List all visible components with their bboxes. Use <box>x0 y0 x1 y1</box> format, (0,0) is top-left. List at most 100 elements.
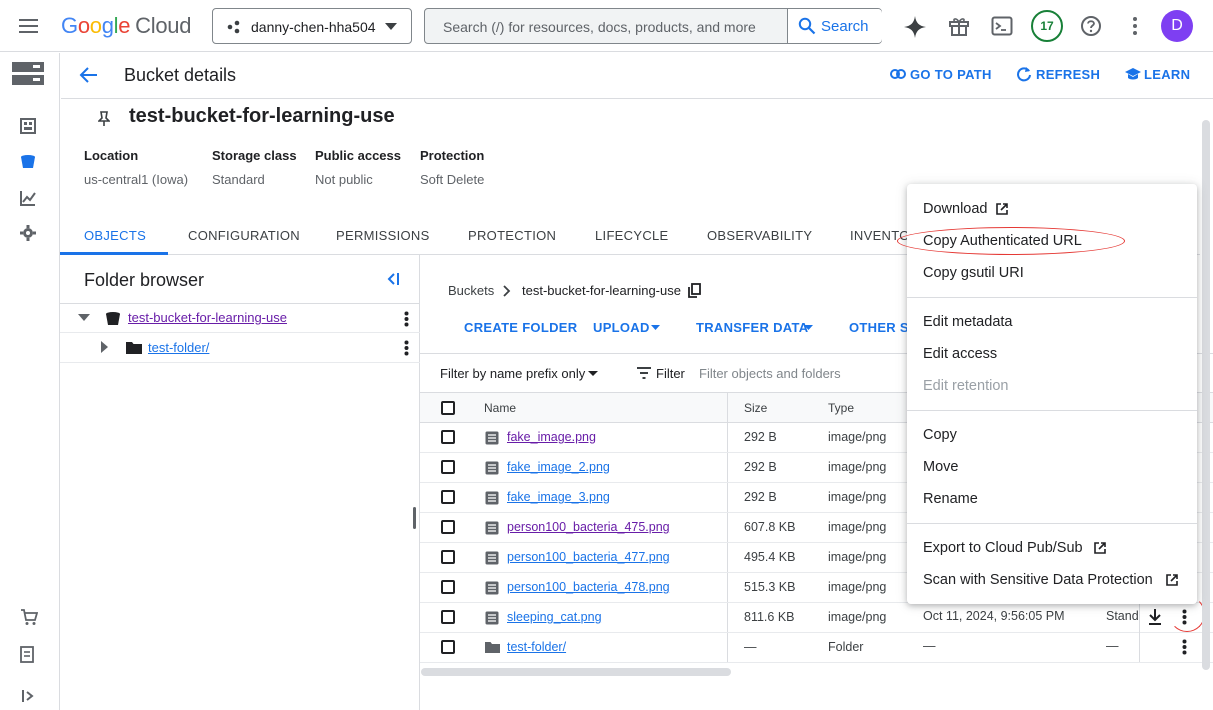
chevron-right-icon <box>503 285 511 297</box>
expand-nav-icon[interactable] <box>22 689 36 703</box>
public-access-label: Public access <box>315 148 401 163</box>
filter-label[interactable]: Filter <box>656 366 685 381</box>
column-size-header[interactable]: Size <box>744 401 767 415</box>
row-more-vert-icon[interactable] <box>1182 639 1187 655</box>
menu-divider <box>907 297 1197 298</box>
upload-button[interactable]: UPLOAD <box>593 320 650 335</box>
filter-input[interactable]: Filter objects and folders <box>699 366 841 381</box>
row-checkbox[interactable] <box>441 580 455 594</box>
row-checkbox[interactable] <box>441 640 455 654</box>
menu-item-export-pubsub[interactable]: Export to Cloud Pub/Sub <box>923 540 1083 556</box>
cloud-storage-product-icon[interactable] <box>11 61 45 87</box>
select-all-checkbox[interactable] <box>441 401 455 415</box>
object-name-link[interactable]: fake_image_3.png <box>507 490 610 504</box>
bucket-icon <box>105 310 121 326</box>
column-name-header[interactable]: Name <box>484 401 516 415</box>
breadcrumb-buckets[interactable]: Buckets <box>448 283 494 298</box>
back-arrow-icon[interactable] <box>79 66 99 84</box>
more-vert-icon[interactable] <box>404 311 409 327</box>
search-input[interactable]: Search (/) for resources, docs, products… <box>443 19 756 35</box>
menu-item-copy[interactable]: Copy <box>923 427 957 443</box>
row-checkbox[interactable] <box>441 430 455 444</box>
buckets-icon[interactable] <box>19 152 37 170</box>
row-checkbox[interactable] <box>441 520 455 534</box>
collapse-panel-icon[interactable] <box>386 272 400 286</box>
file-icon <box>485 551 499 565</box>
size-cell: 292 B <box>744 430 777 444</box>
cloud-shell-icon[interactable] <box>991 16 1013 36</box>
learn-button[interactable]: LEARN <box>1144 67 1190 82</box>
pin-icon[interactable] <box>98 111 110 127</box>
page-header: Bucket details GO TO PATH REFRESH LEARN <box>61 53 1213 99</box>
filter-mode-select[interactable]: Filter by name prefix only <box>440 366 585 381</box>
menu-item-move[interactable]: Move <box>923 459 958 475</box>
more-vert-icon[interactable] <box>404 340 409 356</box>
row-checkbox[interactable] <box>441 460 455 474</box>
go-to-path-button[interactable]: GO TO PATH <box>910 67 992 82</box>
horizontal-scrollbar[interactable] <box>421 668 731 676</box>
left-nav-rail <box>0 53 60 710</box>
monitoring-icon[interactable] <box>20 190 36 206</box>
filter-list-icon <box>637 367 651 379</box>
size-cell: 811.6 KB <box>744 610 795 624</box>
file-icon <box>485 521 499 535</box>
notifications-badge[interactable]: 17 <box>1031 10 1063 42</box>
tree-folder-link[interactable]: test-folder/ <box>148 340 209 355</box>
project-picker[interactable]: danny-chen-hha504 <box>212 8 412 44</box>
avatar[interactable]: D <box>1161 10 1193 42</box>
object-name-link[interactable]: person100_bacteria_478.png <box>507 580 670 594</box>
menu-item-rename[interactable]: Rename <box>923 491 978 507</box>
location-label: Location <box>84 148 139 163</box>
row-checkbox[interactable] <box>441 610 455 624</box>
storage-class-cell: Stand <box>1106 609 1139 623</box>
menu-item-edit-access[interactable]: Edit access <box>923 346 997 362</box>
transfer-data-button[interactable]: TRANSFER DATA <box>696 320 808 335</box>
tree-collapse-arrow-icon[interactable] <box>78 314 90 322</box>
pane-resize-handle[interactable] <box>413 507 416 529</box>
menu-item-scan-sdp[interactable]: Scan with Sensitive Data Protection <box>923 572 1153 588</box>
search-button[interactable]: Search <box>787 9 882 43</box>
menu-item-download[interactable]: Download <box>923 201 988 217</box>
page-title: Bucket details <box>124 65 237 85</box>
tab-objects[interactable]: OBJECTS <box>84 228 146 243</box>
google-cloud-logo[interactable]: Google Cloud <box>61 13 191 39</box>
menu-item-edit-metadata[interactable]: Edit metadata <box>923 314 1012 330</box>
create-folder-button[interactable]: CREATE FOLDER <box>464 320 577 335</box>
overview-icon[interactable] <box>20 118 36 134</box>
tab-protection[interactable]: PROTECTION <box>468 228 556 243</box>
object-name-link[interactable]: test-folder/ <box>507 640 566 654</box>
main-menu-icon[interactable] <box>18 16 40 36</box>
row-checkbox[interactable] <box>441 550 455 564</box>
open-in-new-icon <box>996 203 1008 215</box>
object-name-link[interactable]: fake_image_2.png <box>507 460 610 474</box>
tab-observability[interactable]: OBSERVABILITY <box>707 228 812 243</box>
type-cell: image/png <box>828 520 887 534</box>
column-type-header[interactable]: Type <box>828 401 854 415</box>
object-name-link[interactable]: sleeping_cat.png <box>507 610 602 624</box>
settings-gear-icon[interactable] <box>20 225 36 241</box>
tab-permissions[interactable]: PERMISSIONS <box>336 228 430 243</box>
menu-divider <box>907 410 1197 411</box>
menu-item-copy-gsutil-uri[interactable]: Copy gsutil URI <box>923 265 1024 281</box>
help-icon[interactable] <box>1080 15 1102 37</box>
more-vert-icon[interactable] <box>1132 16 1138 36</box>
marketplace-cart-icon[interactable] <box>20 608 38 626</box>
object-name-link[interactable]: person100_bacteria_475.png <box>507 520 670 534</box>
gemini-sparkle-icon[interactable] <box>903 15 927 39</box>
object-name-link[interactable]: fake_image.png <box>507 430 596 444</box>
copy-icon[interactable] <box>688 283 701 298</box>
row-checkbox[interactable] <box>441 490 455 504</box>
tree-bucket-link[interactable]: test-bucket-for-learning-use <box>128 310 287 325</box>
divider <box>60 303 420 304</box>
gift-icon[interactable] <box>948 15 970 37</box>
release-notes-icon[interactable] <box>20 645 36 663</box>
vertical-scrollbar[interactable] <box>1202 120 1210 670</box>
object-name-link[interactable]: person100_bacteria_477.png <box>507 550 670 564</box>
refresh-button[interactable]: REFRESH <box>1036 67 1100 82</box>
created-cell: — <box>923 639 936 653</box>
tab-lifecycle[interactable]: LIFECYCLE <box>595 228 669 243</box>
tab-configuration[interactable]: CONFIGURATION <box>188 228 300 243</box>
tree-expand-arrow-icon[interactable] <box>101 341 109 353</box>
type-cell: image/png <box>828 490 887 504</box>
download-icon[interactable] <box>1148 609 1162 625</box>
